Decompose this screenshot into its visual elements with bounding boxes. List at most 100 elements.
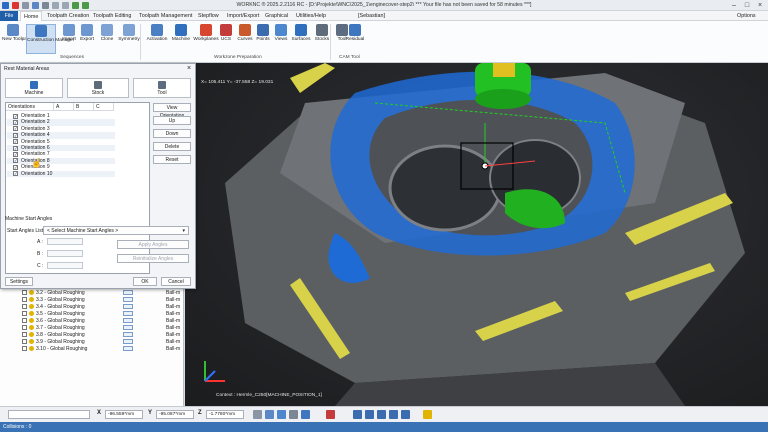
filter-icon[interactable]: [301, 410, 310, 419]
toolpath-checkbox[interactable]: [22, 297, 27, 302]
grid-icon[interactable]: [265, 410, 274, 419]
menu-file[interactable]: File: [0, 11, 18, 21]
close-window-icon[interactable]: ×: [754, 1, 766, 10]
ucs-button[interactable]: UCS: [218, 24, 234, 54]
surfaces-button[interactable]: Surfaces: [289, 24, 313, 54]
toolpath-checkbox[interactable]: [22, 311, 27, 316]
toolpath-row[interactable]: 3.10 - Global Roughing Ball-m: [0, 345, 184, 352]
view-front-icon[interactable]: [353, 410, 362, 419]
start-angles-select[interactable]: < Select Machine Start Angles > ▾: [43, 226, 189, 235]
stocks-icon: [316, 24, 328, 36]
menu-toolpath-creation[interactable]: Toolpath Creation: [47, 13, 89, 19]
toolpath-row[interactable]: 3.8 - Global Roughing Ball-m: [0, 331, 184, 338]
toolpath-row[interactable]: 3.3 - Global Roughing Ball-m: [0, 296, 184, 303]
toolpath-tool-icon: [123, 297, 133, 302]
orientation-checkbox[interactable]: ✓: [13, 158, 18, 164]
toolpath-row[interactable]: 3.6 - Global Roughing Ball-m: [0, 317, 184, 324]
clone-button[interactable]: Clone: [96, 24, 118, 54]
delete-button[interactable]: Delete: [153, 142, 191, 151]
toolpath-row[interactable]: 3.5 - Global Roughing Ball-m: [0, 310, 184, 317]
y-input[interactable]: -95.087*mm: [156, 410, 194, 419]
axis-b-input[interactable]: [47, 250, 83, 257]
toolpath-row[interactable]: 3.7 - Global Roughing Ball-m: [0, 324, 184, 331]
construction-manager-button[interactable]: Construction Manager: [26, 24, 74, 54]
view-top-icon[interactable]: [365, 410, 374, 419]
orientation-checkbox[interactable]: ✓: [13, 132, 18, 138]
orientation-checkbox[interactable]: ✓: [13, 113, 18, 119]
new-toolpath-button[interactable]: New Toolpath: [2, 24, 31, 54]
menu-toolpath-editing[interactable]: Toolpath Editing: [93, 13, 131, 19]
menu-utilities-help[interactable]: Utilities/Help: [296, 13, 326, 19]
toolpath-status-icon: [29, 332, 34, 337]
minimize-icon[interactable]: –: [728, 1, 740, 10]
ok-button[interactable]: OK: [133, 277, 157, 286]
z-input[interactable]: -1.7780*mm: [206, 410, 244, 419]
tab-stock[interactable]: Stock: [67, 78, 129, 98]
clone-icon: [101, 24, 113, 36]
close-dialog-icon[interactable]: ×: [187, 65, 191, 72]
view-fit-icon[interactable]: [401, 410, 410, 419]
toolpath-checkbox[interactable]: [22, 325, 27, 330]
ribbon-separator: [140, 24, 141, 60]
symmetry-button[interactable]: Symmetry: [116, 24, 142, 54]
apply-angles-button[interactable]: Apply Angles: [117, 240, 189, 249]
3d-viewport[interactable]: [185, 63, 768, 406]
x-input[interactable]: -96.559*mm: [105, 410, 143, 419]
reset-button[interactable]: Reset: [153, 155, 191, 164]
orientation-checkbox[interactable]: ✓: [13, 171, 18, 177]
options-menu[interactable]: Options: [737, 13, 756, 19]
column-orientations[interactable]: Orientations: [6, 103, 54, 111]
snap-icon[interactable]: [253, 410, 262, 419]
column-c[interactable]: C: [94, 103, 114, 111]
menu-toolpath-management[interactable]: Toolpath Management: [139, 13, 192, 19]
orientation-checkbox[interactable]: ✓: [13, 126, 18, 132]
axis-c-input[interactable]: [47, 262, 83, 269]
cursor-icon[interactable]: [277, 410, 286, 419]
toolpath-checkbox[interactable]: [22, 346, 27, 351]
orientation-checkbox[interactable]: ✓: [13, 119, 18, 125]
view-orientation-button[interactable]: View Orientation: [153, 103, 191, 119]
export-button[interactable]: Export: [76, 24, 98, 54]
down-button[interactable]: Down: [153, 129, 191, 138]
toolpath-checkbox[interactable]: [22, 318, 27, 323]
menu-stepflow[interactable]: Stepflow: [198, 13, 219, 19]
stop-icon[interactable]: [326, 410, 335, 419]
maximize-icon[interactable]: □: [741, 1, 753, 10]
tab-machine[interactable]: Machine: [5, 78, 63, 98]
orientation-checkbox[interactable]: ✓: [13, 139, 18, 145]
toolpath-row[interactable]: 3.2 - Global Roughing Ball-m: [0, 289, 184, 296]
title-bar: WORKNC ® 2025.2.2116 RC - [D:\Projekte\W…: [0, 0, 768, 11]
toolpath-row[interactable]: 3.4 - Global Roughing Ball-m: [0, 303, 184, 310]
up-button[interactable]: Up: [153, 116, 191, 125]
highlight-icon[interactable]: [423, 410, 432, 419]
toolpath-checkbox[interactable]: [22, 339, 27, 344]
settings-button[interactable]: Settings: [5, 277, 33, 286]
menu-home[interactable]: Home: [20, 11, 43, 21]
orientation-checkbox[interactable]: ✓: [13, 164, 18, 170]
workplanes-button[interactable]: Workplanes: [193, 24, 219, 54]
tab-tool[interactable]: Tool: [133, 78, 191, 98]
view-side-icon[interactable]: [377, 410, 386, 419]
toolpath-status-icon: [29, 339, 34, 344]
column-a[interactable]: A: [54, 103, 74, 111]
column-b[interactable]: B: [74, 103, 94, 111]
toolpath-checkbox[interactable]: [22, 304, 27, 309]
toolpath-checkbox[interactable]: [22, 290, 27, 295]
orientation-checkbox[interactable]: ✓: [13, 151, 18, 157]
axis-a-input[interactable]: [47, 238, 83, 245]
reinitialize-angles-button[interactable]: Reinitialize Angles: [117, 254, 189, 263]
command-input[interactable]: [8, 410, 90, 419]
activation-button[interactable]: Activation: [144, 24, 170, 54]
toolpath-tool-icon: [123, 346, 133, 351]
cancel-button[interactable]: Cancel: [161, 277, 191, 286]
toolpath-row[interactable]: 3.9 - Global Roughing Ball-m: [0, 338, 184, 345]
view-iso-icon[interactable]: [389, 410, 398, 419]
toolpath-checkbox[interactable]: [22, 332, 27, 337]
orientation-row[interactable]: ✓ Orientation 10: [7, 170, 115, 177]
menu-graphical[interactable]: Graphical: [265, 13, 288, 19]
residual-button[interactable]: Residual: [343, 24, 367, 54]
machine-button[interactable]: Machine: [170, 24, 192, 54]
measure-icon[interactable]: [289, 410, 298, 419]
orientation-checkbox[interactable]: ✓: [13, 145, 18, 151]
menu-import-export[interactable]: Import/Export: [227, 13, 259, 19]
